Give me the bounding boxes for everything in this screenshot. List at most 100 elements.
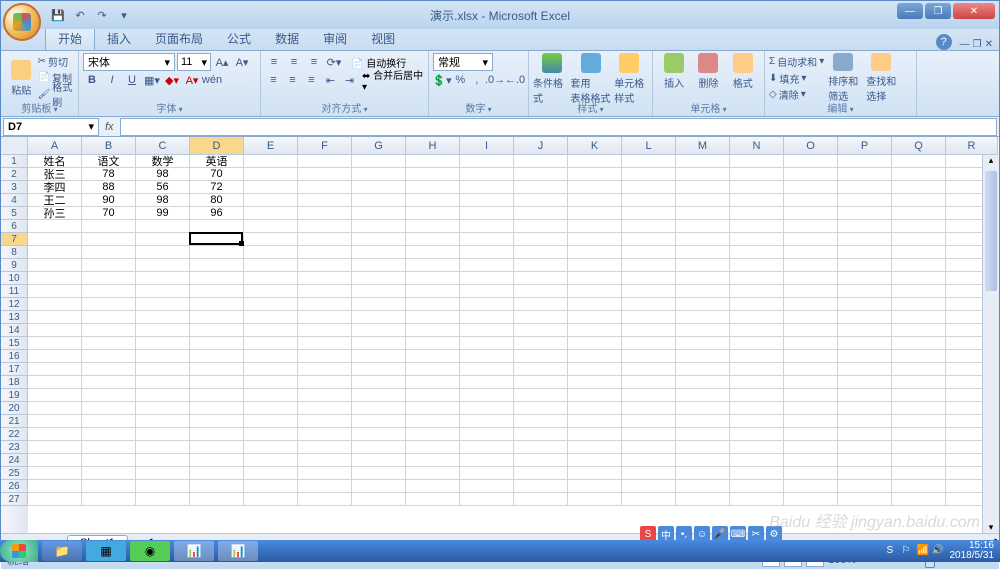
fx-icon[interactable]: fx [105,121,114,133]
cell[interactable] [244,493,298,506]
row-header-15[interactable]: 15 [1,337,28,350]
wb-restore[interactable]: ❐ [973,39,982,50]
cell[interactable] [838,246,892,259]
cell[interactable] [352,207,406,220]
cell[interactable] [28,480,82,493]
cell[interactable] [406,285,460,298]
cell[interactable] [298,415,352,428]
cell[interactable] [136,402,190,415]
tray-sogou-icon[interactable]: S [887,545,899,557]
align-left-icon[interactable]: ≡ [265,72,282,88]
taskbar-app2[interactable]: ◉ [130,541,170,561]
cell[interactable] [730,363,784,376]
currency-icon[interactable]: 💲▾ [433,72,451,88]
cell[interactable] [298,402,352,415]
cell[interactable] [190,454,244,467]
cell[interactable] [838,428,892,441]
cell[interactable] [82,376,136,389]
format-cells-button[interactable]: 格式 [726,53,760,90]
cell[interactable] [622,415,676,428]
cell[interactable] [406,311,460,324]
cell[interactable] [676,467,730,480]
column-header-G[interactable]: G [352,137,406,155]
row-header-11[interactable]: 11 [1,285,28,298]
cell[interactable] [676,155,730,168]
cell[interactable] [298,428,352,441]
cell[interactable] [406,415,460,428]
cell[interactable] [730,311,784,324]
start-button[interactable] [0,540,38,562]
cell[interactable] [82,298,136,311]
formula-input[interactable] [120,118,997,136]
cell[interactable] [82,220,136,233]
row-header-17[interactable]: 17 [1,363,28,376]
merge-center-button[interactable]: ⬌ 合并后居中▾ [362,67,424,93]
cell[interactable] [568,389,622,402]
underline-button[interactable]: U [123,72,141,88]
cell[interactable] [838,415,892,428]
cell[interactable] [298,363,352,376]
cell[interactable] [784,311,838,324]
grow-font-icon[interactable]: A▴ [213,54,231,70]
cell[interactable] [892,207,946,220]
row-header-20[interactable]: 20 [1,402,28,415]
cell[interactable] [568,168,622,181]
cell[interactable] [622,194,676,207]
cell[interactable] [568,298,622,311]
cell[interactable] [838,194,892,207]
cell[interactable] [460,298,514,311]
cell[interactable] [784,428,838,441]
bold-button[interactable]: B [83,72,101,88]
cell[interactable] [190,350,244,363]
cell[interactable] [730,324,784,337]
cell[interactable] [514,181,568,194]
sort-filter-button[interactable]: 排序和 筛选 [824,53,862,103]
save-icon[interactable]: 💾 [49,6,67,24]
cell[interactable] [82,285,136,298]
cell[interactable] [838,220,892,233]
cell[interactable] [352,311,406,324]
phonetic-button[interactable]: wén [203,72,221,88]
cell[interactable] [730,402,784,415]
cell[interactable] [298,155,352,168]
cell[interactable] [460,480,514,493]
cell[interactable] [568,194,622,207]
cell[interactable] [298,246,352,259]
cell[interactable] [28,259,82,272]
cell[interactable] [784,402,838,415]
cell[interactable] [676,324,730,337]
cell[interactable] [136,246,190,259]
cell[interactable] [298,259,352,272]
fill-color-button[interactable]: ◆▾ [163,72,181,88]
cell[interactable] [622,207,676,220]
cell[interactable] [892,389,946,402]
cell[interactable] [136,376,190,389]
cell[interactable] [784,467,838,480]
cell[interactable] [784,480,838,493]
cell[interactable] [136,337,190,350]
cell[interactable] [838,298,892,311]
cell[interactable] [838,480,892,493]
cell[interactable] [892,220,946,233]
cell[interactable] [28,402,82,415]
cell[interactable] [784,324,838,337]
tray-vol-icon[interactable]: 🔊 [932,545,944,557]
cell[interactable] [892,493,946,506]
cell[interactable] [838,389,892,402]
cell[interactable] [244,220,298,233]
cell[interactable] [298,194,352,207]
cell[interactable] [838,311,892,324]
cell[interactable] [730,389,784,402]
cell[interactable] [568,415,622,428]
cell[interactable] [190,415,244,428]
cell[interactable] [568,181,622,194]
cell[interactable] [514,324,568,337]
cell[interactable] [136,415,190,428]
cell[interactable] [676,285,730,298]
cell[interactable] [676,233,730,246]
cell[interactable] [730,259,784,272]
cell[interactable] [244,363,298,376]
row-header-1[interactable]: 1 [1,155,28,168]
cell[interactable] [28,298,82,311]
taskbar-excel2[interactable]: 📊 [218,541,258,561]
